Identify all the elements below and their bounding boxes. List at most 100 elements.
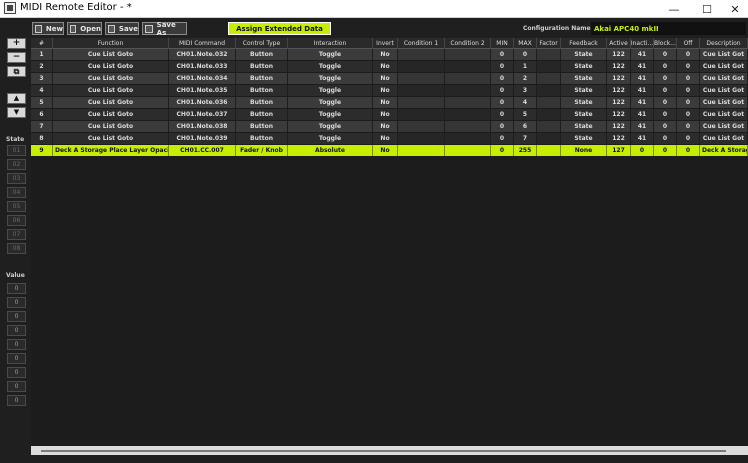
table-cell[interactable]: 41	[631, 73, 654, 84]
table-cell[interactable]: Toggle	[288, 85, 373, 96]
table-cell[interactable]: Toggle	[288, 73, 373, 84]
table-cell[interactable]	[398, 73, 445, 84]
column-header[interactable]: #	[31, 38, 53, 49]
table-cell[interactable]: Cue List Goto	[53, 121, 169, 132]
table-cell[interactable]: 4	[514, 97, 537, 108]
table-cell[interactable]	[445, 133, 491, 144]
table-cell[interactable]: No	[373, 49, 398, 60]
table-cell[interactable]	[398, 133, 445, 144]
table-cell[interactable]: State	[561, 97, 607, 108]
table-row[interactable]: 4 Cue List Goto CH01.Note.035 Button Toggle N…	[31, 85, 748, 96]
table-cell[interactable]: State	[561, 49, 607, 60]
table-cell[interactable]: Button	[236, 49, 288, 60]
column-header[interactable]: Block...	[654, 38, 677, 49]
table-cell[interactable]: 0	[514, 49, 537, 60]
column-header[interactable]: Description	[700, 38, 748, 49]
table-cell[interactable]: 122	[607, 61, 631, 72]
table-cell[interactable]: 122	[607, 73, 631, 84]
table-cell[interactable]: 122	[607, 133, 631, 144]
table-cell[interactable]	[537, 97, 561, 108]
new-button[interactable]: New	[32, 22, 64, 35]
scrollbar-thumb[interactable]	[41, 450, 726, 452]
table-cell[interactable]: Button	[236, 133, 288, 144]
table-cell[interactable]: CH01.Note.033	[169, 61, 236, 72]
save-button[interactable]: Save	[105, 22, 139, 35]
column-header[interactable]: MIN	[491, 38, 514, 49]
table-cell[interactable]: CH01.Note.032	[169, 49, 236, 60]
table-cell[interactable]: Cue List Got	[700, 61, 748, 72]
table-cell[interactable]	[537, 133, 561, 144]
table-cell[interactable]: State	[561, 121, 607, 132]
table-cell[interactable]: 7	[31, 121, 53, 132]
table-cell[interactable]: Cue List Got	[700, 133, 748, 144]
remove-row-button[interactable]: −	[7, 52, 26, 63]
table-cell[interactable]: Cue List Goto	[53, 97, 169, 108]
state-slot[interactable]: 06	[7, 215, 26, 226]
table-cell[interactable]: Button	[236, 85, 288, 96]
column-header[interactable]: Condition 2	[445, 38, 491, 49]
table-cell[interactable]: 0	[677, 109, 700, 120]
table-cell[interactable]: 2	[514, 73, 537, 84]
table-cell[interactable]: No	[373, 121, 398, 132]
table-cell[interactable]	[398, 49, 445, 60]
table-cell[interactable]: 255	[514, 145, 537, 156]
table-cell[interactable]: CH01.Note.035	[169, 85, 236, 96]
table-cell[interactable]: Cue List Goto	[53, 49, 169, 60]
table-cell[interactable]: CH01.Note.034	[169, 73, 236, 84]
table-cell[interactable]	[537, 49, 561, 60]
table-cell[interactable]: CH01.Note.039	[169, 133, 236, 144]
table-cell[interactable]: CH01.Note.037	[169, 109, 236, 120]
table-cell[interactable]: 0	[654, 61, 677, 72]
table-cell[interactable]: CH01.Note.038	[169, 121, 236, 132]
value-slot[interactable]: 0	[7, 339, 26, 350]
table-cell[interactable]	[445, 145, 491, 156]
table-cell[interactable]: No	[373, 133, 398, 144]
column-header[interactable]: Off	[677, 38, 700, 49]
table-row[interactable]: 7 Cue List Goto CH01.Note.038 Button Toggle N…	[31, 121, 748, 132]
table-cell[interactable]: 122	[607, 109, 631, 120]
table-cell[interactable]: Button	[236, 121, 288, 132]
minimize-button[interactable]: —	[659, 0, 689, 18]
column-header[interactable]: Factor	[537, 38, 561, 49]
table-cell[interactable]: Toggle	[288, 49, 373, 60]
column-header[interactable]: Invert	[373, 38, 398, 49]
table-cell[interactable]	[445, 73, 491, 84]
table-cell[interactable]: 0	[491, 145, 514, 156]
table-cell[interactable]	[398, 85, 445, 96]
table-cell[interactable]: Deck A Storage Place Lay	[700, 145, 748, 156]
table-cell[interactable]: No	[373, 85, 398, 96]
table-cell[interactable]: State	[561, 109, 607, 120]
table-cell[interactable]: Cue List Goto	[53, 85, 169, 96]
table-cell[interactable]: 0	[677, 121, 700, 132]
table-cell[interactable]: 0	[491, 109, 514, 120]
table-cell[interactable]: 0	[654, 85, 677, 96]
table-cell[interactable]: Cue List Goto	[53, 73, 169, 84]
table-cell[interactable]: CH01.CC.007	[169, 145, 236, 156]
table-cell[interactable]: 8	[31, 133, 53, 144]
table-cell[interactable]: 0	[491, 85, 514, 96]
value-slot[interactable]: 0	[7, 283, 26, 294]
table-cell[interactable]: Cue List Goto	[53, 109, 169, 120]
table-cell[interactable]: Cue List Got	[700, 121, 748, 132]
duplicate-row-button[interactable]: ⧉	[7, 66, 26, 77]
table-cell[interactable]: 0	[677, 97, 700, 108]
state-slot[interactable]: 04	[7, 187, 26, 198]
table-row[interactable]: 5 Cue List Goto CH01.Note.036 Button Toggle N…	[31, 97, 748, 108]
table-cell[interactable]: CH01.Note.036	[169, 97, 236, 108]
table-row[interactable]: 1 Cue List Goto CH01.Note.032 Button Toggle N…	[31, 49, 748, 60]
table-cell[interactable]	[445, 85, 491, 96]
table-cell[interactable]: 3	[514, 85, 537, 96]
table-cell[interactable]: 0	[677, 49, 700, 60]
table-cell[interactable]: Button	[236, 73, 288, 84]
table-cell[interactable]: 0	[491, 61, 514, 72]
table-cell[interactable]: 41	[631, 97, 654, 108]
table-cell[interactable]: Cue List Got	[700, 109, 748, 120]
table-cell[interactable]	[398, 97, 445, 108]
value-slot[interactable]: 0	[7, 381, 26, 392]
close-button[interactable]: ✕	[720, 0, 748, 18]
table-cell[interactable]	[537, 61, 561, 72]
table-cell[interactable]: 0	[677, 85, 700, 96]
state-slot[interactable]: 01	[7, 145, 26, 156]
table-cell[interactable]: 0	[654, 133, 677, 144]
table-cell[interactable]: 6	[31, 109, 53, 120]
